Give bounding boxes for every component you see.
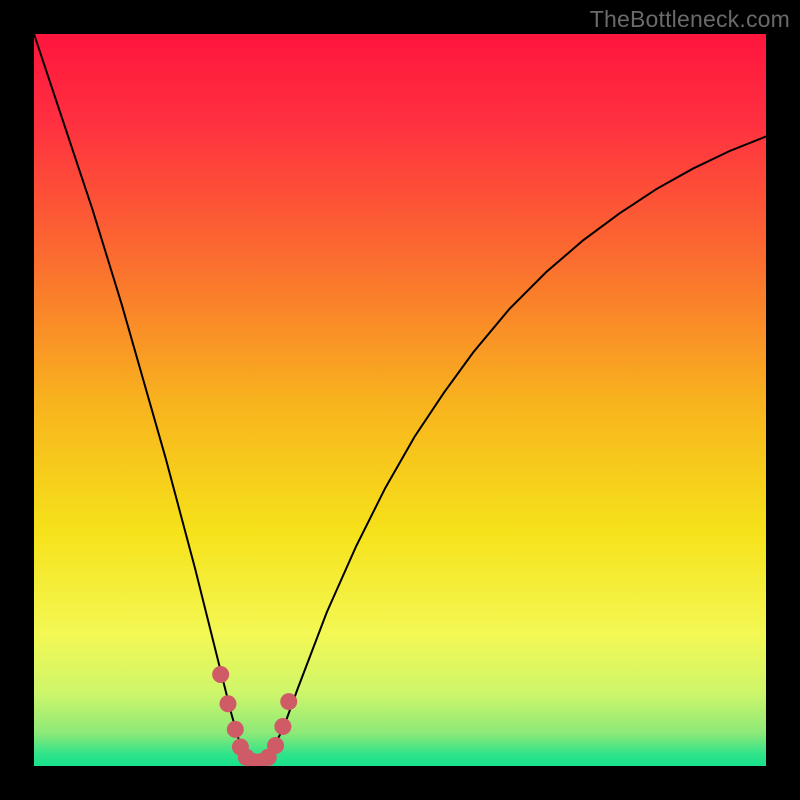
chart-frame: TheBottleneck.com bbox=[0, 0, 800, 800]
highlight-dot bbox=[219, 695, 236, 712]
highlight-dot bbox=[212, 666, 229, 683]
highlight-dot bbox=[274, 718, 291, 735]
watermark-text: TheBottleneck.com bbox=[590, 6, 790, 33]
highlight-dots-group bbox=[34, 34, 766, 766]
highlight-dot bbox=[267, 737, 284, 754]
plot-area bbox=[34, 34, 766, 766]
highlight-dot bbox=[280, 693, 297, 710]
highlight-dot bbox=[227, 721, 244, 738]
